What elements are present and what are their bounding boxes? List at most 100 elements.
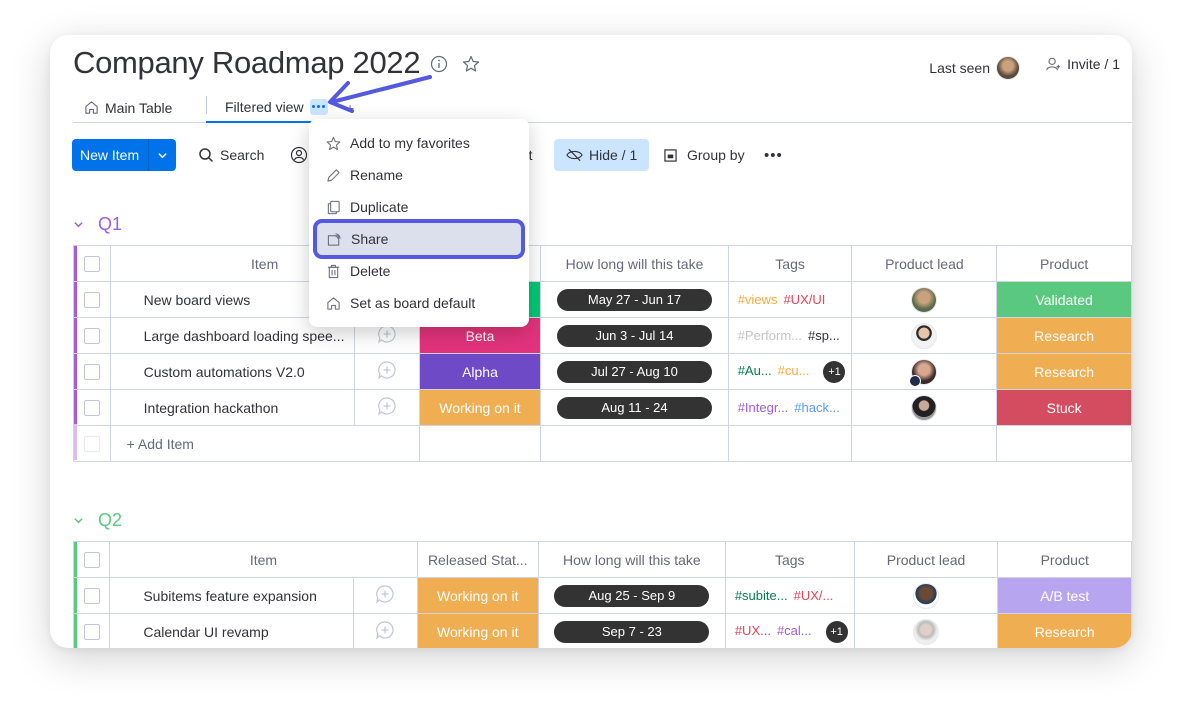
tag[interactable]: #views	[738, 292, 778, 307]
chevron-down-icon[interactable]	[73, 515, 84, 526]
avatar[interactable]	[913, 582, 940, 609]
column-header-timeline[interactable]: How long will this take	[537, 541, 726, 578]
tags-cell[interactable]: #Perform... #sp...	[727, 317, 853, 354]
row-checkbox[interactable]	[72, 577, 111, 614]
table-row[interactable]: Subitems feature expansion Working on it…	[72, 577, 1132, 614]
add-update-icon[interactable]	[354, 389, 420, 426]
avatar[interactable]	[996, 56, 1020, 80]
menu-item-delete[interactable]: Delete	[309, 255, 529, 287]
tag[interactable]: #UX...	[735, 623, 771, 638]
select-all-checkbox[interactable]	[73, 245, 111, 282]
hide-button[interactable]: Hide / 1	[554, 139, 650, 171]
product-lead-cell[interactable]	[851, 281, 998, 318]
group-header-q1[interactable]: Q1	[73, 214, 122, 235]
search-button[interactable]: Search	[198, 139, 264, 171]
group-header-q2[interactable]: Q2	[73, 510, 122, 531]
last-seen[interactable]: Last seen	[929, 56, 1020, 80]
status-cell[interactable]: Working on it	[416, 577, 539, 614]
group-title[interactable]: Q1	[98, 214, 122, 235]
product-status-cell[interactable]: Stuck	[996, 389, 1132, 426]
column-header-item[interactable]: Item	[109, 541, 418, 578]
column-header-tags[interactable]: Tags	[727, 245, 853, 282]
tags-cell[interactable]: #Au... #cu... +1	[727, 353, 853, 390]
product-lead-cell[interactable]	[851, 317, 998, 354]
avatar[interactable]	[911, 394, 938, 421]
avatar[interactable]	[911, 286, 938, 313]
tag[interactable]: #sp...	[808, 328, 840, 343]
more-tags-badge[interactable]: +1	[825, 620, 848, 643]
product-lead-cell[interactable]	[853, 613, 999, 648]
tag[interactable]: #hack...	[794, 400, 840, 415]
product-status-cell[interactable]: Research	[997, 613, 1132, 648]
select-all-checkbox[interactable]	[72, 541, 111, 578]
tag[interactable]: #Integr...	[738, 400, 789, 415]
status-cell[interactable]: Working on it	[418, 389, 542, 426]
item-name[interactable]: Integration hackathon	[109, 389, 356, 426]
tags-cell[interactable]: #Integr... #hack...	[727, 389, 853, 426]
menu-item-add-to-favorites[interactable]: Add to my favorites	[309, 127, 529, 159]
person-filter-button[interactable]	[290, 139, 308, 171]
avatar[interactable]	[913, 618, 940, 645]
more-options-button[interactable]: •••	[764, 139, 783, 171]
table-row[interactable]: Large dashboard loading spee... Beta Jun…	[73, 317, 1132, 354]
column-header-product[interactable]: Product	[997, 541, 1132, 578]
timeline-cell[interactable]: Aug 11 - 24	[540, 389, 729, 426]
chevron-down-icon[interactable]	[149, 150, 176, 161]
tags-cell[interactable]: #UX... #cal... +1	[724, 613, 855, 648]
row-checkbox[interactable]	[73, 353, 111, 390]
menu-item-share[interactable]: Share	[313, 219, 525, 259]
column-header-product-lead[interactable]: Product lead	[851, 245, 998, 282]
menu-item-rename[interactable]: Rename	[309, 159, 529, 191]
row-checkbox[interactable]	[73, 317, 111, 354]
table-row[interactable]: New board views May 27 - Jun 17 #views #U…	[73, 281, 1132, 318]
tag[interactable]: #UX/...	[794, 588, 834, 603]
tag[interactable]: #cal...	[777, 623, 812, 638]
tags-cell[interactable]: #subite... #UX/...	[724, 577, 855, 614]
star-icon[interactable]	[462, 55, 480, 73]
column-header-product-lead[interactable]: Product lead	[853, 541, 999, 578]
group-by-button[interactable]: Group by	[664, 139, 745, 171]
column-header-tags[interactable]: Tags	[724, 541, 855, 578]
tag[interactable]: #Au...	[738, 363, 772, 378]
status-cell[interactable]: Alpha	[418, 353, 542, 390]
row-checkbox[interactable]	[73, 281, 111, 318]
table-row[interactable]: Integration hackathon Working on it Aug …	[73, 389, 1132, 426]
timeline-cell[interactable]: Jul 27 - Aug 10	[540, 353, 729, 390]
tag[interactable]: #subite...	[735, 588, 788, 603]
new-item-button[interactable]: New Item	[72, 139, 176, 171]
column-header-status[interactable]: Released Stat...	[416, 541, 539, 578]
tag[interactable]: #Perform...	[738, 328, 802, 343]
timeline-cell[interactable]: Sep 7 - 23	[537, 613, 726, 648]
column-header-product[interactable]: Product	[996, 245, 1132, 282]
more-tags-badge[interactable]: +1	[823, 360, 846, 383]
product-status-cell[interactable]: Research	[996, 317, 1132, 354]
product-status-cell[interactable]: Validated	[996, 281, 1132, 318]
tag[interactable]: #cu...	[778, 363, 810, 378]
timeline-cell[interactable]: Jun 3 - Jul 14	[540, 317, 729, 354]
add-update-icon[interactable]	[353, 577, 418, 614]
product-lead-cell[interactable]	[851, 389, 998, 426]
status-cell[interactable]: Working on it	[416, 613, 539, 648]
column-header-timeline[interactable]: How long will this take	[540, 245, 729, 282]
row-checkbox[interactable]	[72, 613, 111, 648]
product-status-cell[interactable]: A/B test	[997, 577, 1132, 614]
add-item-input[interactable]: + Add Item	[109, 425, 420, 462]
tab-main-table[interactable]: Main Table	[84, 92, 172, 123]
product-status-cell[interactable]: Research	[996, 353, 1132, 390]
table-row[interactable]: Calendar UI revamp Working on it Sep 7 -…	[72, 613, 1132, 648]
product-lead-cell[interactable]	[853, 577, 999, 614]
row-checkbox[interactable]	[73, 389, 111, 426]
menu-item-set-as-default[interactable]: Set as board default	[309, 287, 529, 319]
timeline-cell[interactable]: Aug 25 - Sep 9	[537, 577, 726, 614]
tag[interactable]: #UX/UI	[783, 292, 825, 307]
avatar[interactable]	[909, 358, 938, 387]
add-update-icon[interactable]	[354, 353, 420, 390]
table-row[interactable]: Custom automations V2.0 Alpha Jul 27 - A…	[73, 353, 1132, 390]
item-name[interactable]: Calendar UI revamp	[109, 613, 355, 648]
item-name[interactable]: Subitems feature expansion	[109, 577, 355, 614]
menu-item-duplicate[interactable]: Duplicate	[309, 191, 529, 223]
tags-cell[interactable]: #views #UX/UI	[727, 281, 853, 318]
avatar[interactable]	[911, 322, 938, 349]
tab-filtered-view[interactable]: Filtered view	[206, 92, 329, 123]
add-update-icon[interactable]	[353, 613, 418, 648]
